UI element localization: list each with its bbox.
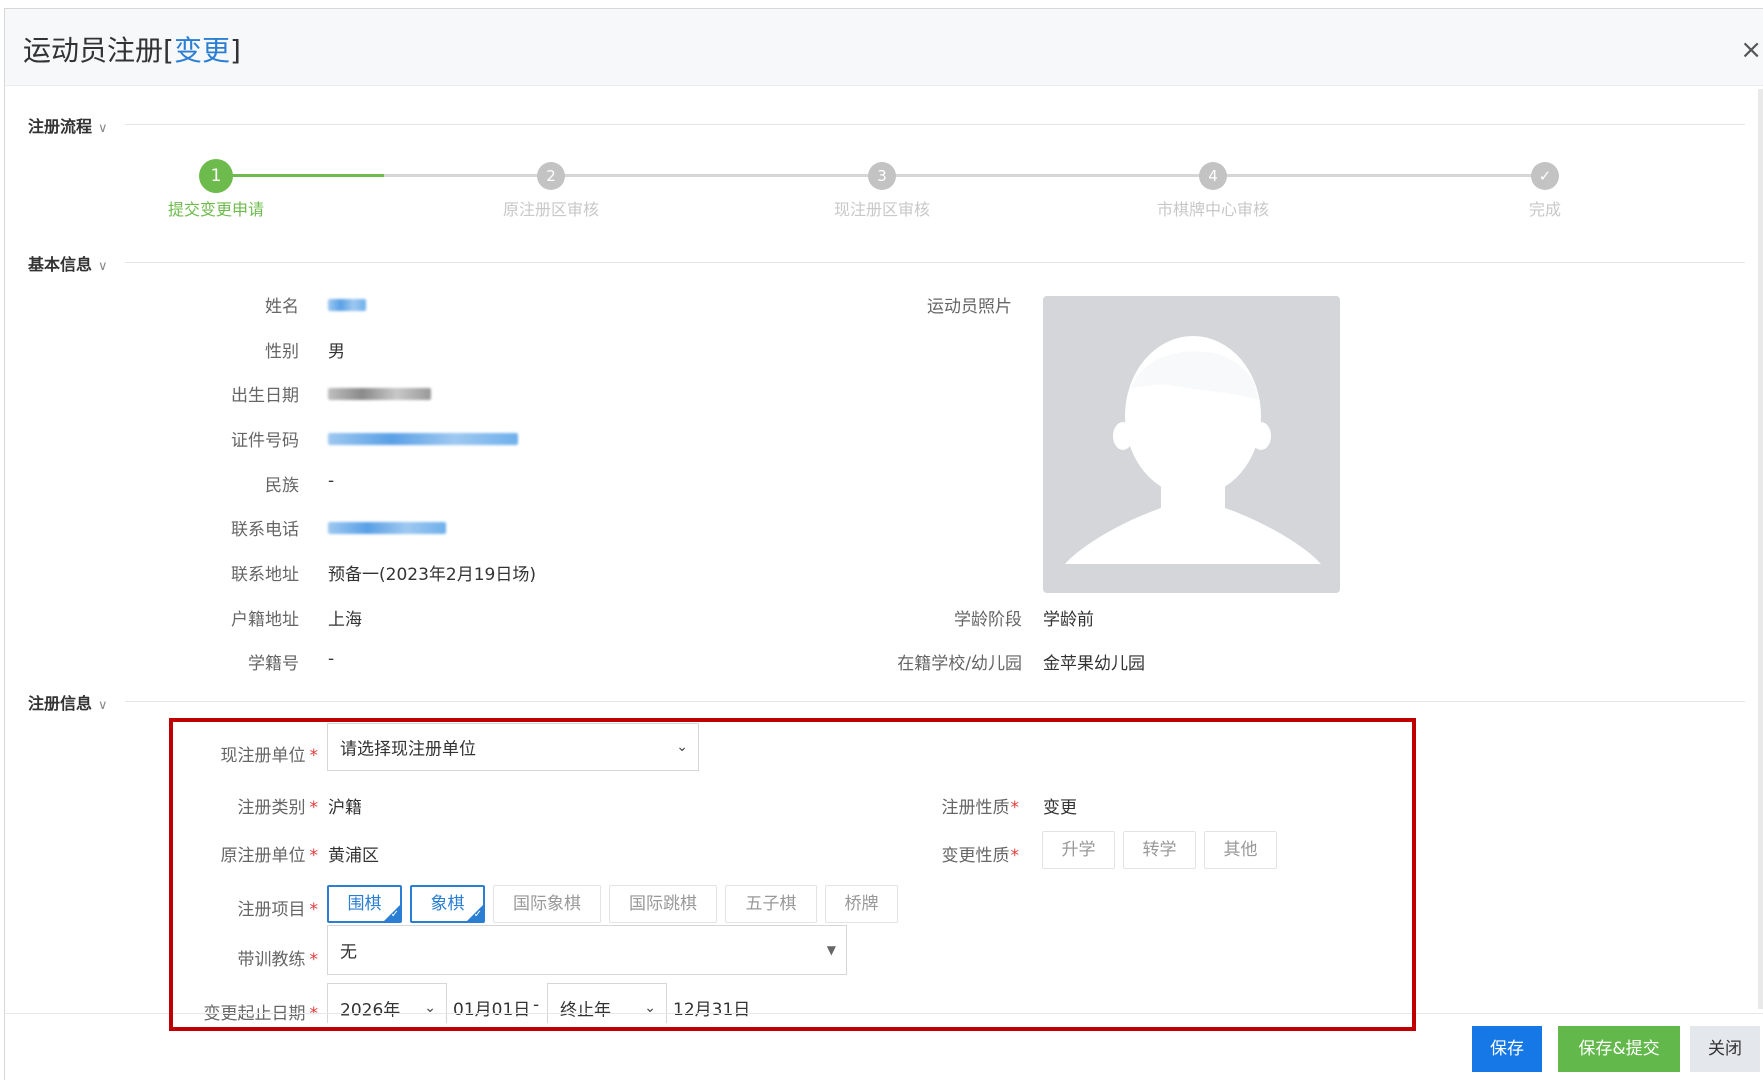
athlete-photo-avatar <box>1043 296 1340 593</box>
hukou-value: 上海 <box>328 610 362 630</box>
id-number-value-redacted <box>328 433 518 445</box>
item-chess-chip[interactable]: 国际象棋 <box>493 885 601 923</box>
close-icon[interactable]: × <box>1740 35 1762 65</box>
name-value-redacted <box>328 299 366 311</box>
chevron-down-icon: ∨ <box>98 698 108 713</box>
hukou-label: 户籍地址 <box>231 610 299 630</box>
photo-label: 运动员照片 <box>927 297 1012 317</box>
item-weiqi-chip[interactable]: 围棋 ✓ <box>327 885 402 923</box>
chevron-down-icon: ∨ <box>98 259 108 274</box>
step-4-label: 市棋牌中心审核 <box>1156 200 1270 219</box>
step-done-check-icon: ✓ <box>1531 162 1559 190</box>
birth-value-redacted <box>328 388 431 400</box>
section-divider <box>125 262 1745 263</box>
item-xiangqi-chip[interactable]: 象棋 ✓ <box>410 885 485 923</box>
check-icon: ✓ <box>473 909 482 920</box>
dialog-title: 运动员注册[变更] <box>23 34 241 67</box>
avatar-placeholder-icon <box>1063 336 1321 564</box>
current-unit-select[interactable]: 请选择现注册单位 ⌄ <box>327 723 699 771</box>
change-nature-option-upgrade[interactable]: 升学 <box>1042 831 1115 869</box>
section-basic-title[interactable]: 基本信息 ∨ <box>28 251 108 275</box>
footer-divider <box>5 1013 1763 1014</box>
address-label: 联系地址 <box>231 565 299 585</box>
item-draughts-chip[interactable]: 国际跳棋 <box>609 885 717 923</box>
student-no-value: - <box>328 649 335 669</box>
start-year-select[interactable]: 2026年 ⌄ <box>327 983 447 1023</box>
save-submit-button[interactable]: 保存&提交 <box>1558 1026 1680 1072</box>
birth-label: 出生日期 <box>231 386 299 406</box>
nature-label: 注册性质* <box>941 798 1020 818</box>
change-nature-label: 变更性质* <box>941 846 1020 866</box>
step-3-circle: 3 <box>868 162 896 190</box>
section-divider <box>125 701 1745 702</box>
check-icon: ✓ <box>390 909 399 920</box>
step-4-circle: 4 <box>1199 162 1227 190</box>
step-3-label: 现注册区审核 <box>833 200 931 219</box>
category-label: 注册类别 * <box>237 798 319 818</box>
end-year-select[interactable]: 终止年 ⌄ <box>547 983 667 1023</box>
gender-value: 男 <box>328 342 345 362</box>
date-dash: - <box>533 995 540 1015</box>
gender-label: 性别 <box>265 342 299 362</box>
category-value: 沪籍 <box>328 798 362 818</box>
id-number-label: 证件号码 <box>231 431 299 451</box>
change-nature-option-other[interactable]: 其他 <box>1204 831 1277 869</box>
step-1-circle: 1 <box>199 159 233 193</box>
name-label: 姓名 <box>265 297 299 317</box>
orig-unit-value: 黄浦区 <box>328 846 379 866</box>
step-progress-line <box>218 174 384 177</box>
coach-select[interactable]: 无 ▼ <box>327 925 847 975</box>
step-2-circle: 2 <box>537 162 565 190</box>
student-no-label: 学籍号 <box>248 654 299 674</box>
school-value: 金苹果幼儿园 <box>1043 654 1145 674</box>
chevron-down-icon: ⌄ <box>676 739 688 755</box>
caret-down-icon: ▼ <box>826 943 836 957</box>
close-button[interactable]: 关闭 <box>1690 1026 1760 1072</box>
vertical-scrollbar[interactable] <box>1758 89 1763 1009</box>
step-5-label: 完成 <box>1528 200 1562 219</box>
register-dialog: 运动员注册[变更] × 注册流程 ∨ 1 2 3 4 ✓ 提交变更申请 原注册区审… <box>4 8 1763 1080</box>
start-month-day: 01月01日 <box>453 1000 531 1020</box>
change-nature-option-transfer[interactable]: 转学 <box>1123 831 1196 869</box>
address-value: 预备一(2023年2月19日场) <box>328 565 536 585</box>
item-bridge-chip[interactable]: 桥牌 <box>825 885 898 923</box>
ethnicity-value: - <box>328 471 335 491</box>
nature-value: 变更 <box>1043 798 1077 818</box>
current-unit-label: 现注册单位 * <box>220 746 319 766</box>
school-stage-label: 学龄阶段 <box>954 610 1022 630</box>
phone-value-redacted <box>328 522 446 534</box>
coach-label: 带训教练 * <box>237 950 319 970</box>
phone-label: 联系电话 <box>231 520 299 540</box>
school-label: 在籍学校/幼儿园 <box>897 654 1022 674</box>
end-month-day: 12月31日 <box>673 1000 751 1020</box>
school-stage-value: 学龄前 <box>1043 610 1094 630</box>
section-register-title[interactable]: 注册信息 ∨ <box>28 690 108 714</box>
step-2-label: 原注册区审核 <box>502 200 600 219</box>
ethnicity-label: 民族 <box>265 476 299 496</box>
step-1-label: 提交变更申请 <box>167 200 265 219</box>
section-flow-title[interactable]: 注册流程 ∨ <box>28 113 108 137</box>
orig-unit-label: 原注册单位 * <box>220 846 319 866</box>
dialog-header: 运动员注册[变更] × <box>5 9 1763 86</box>
item-gomoku-chip[interactable]: 五子棋 <box>725 885 817 923</box>
items-label: 注册项目 * <box>237 900 319 920</box>
save-button[interactable]: 保存 <box>1472 1026 1542 1072</box>
chevron-down-icon: ∨ <box>98 121 108 136</box>
section-divider <box>125 124 1745 125</box>
date-range-label: 变更起止日期 * <box>203 1004 319 1024</box>
